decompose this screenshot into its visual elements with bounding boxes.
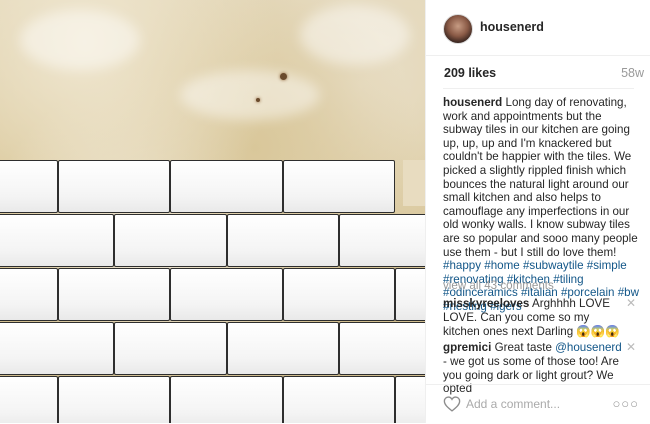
tile bbox=[283, 376, 395, 423]
tile bbox=[227, 214, 339, 267]
plaster-texture bbox=[180, 70, 320, 120]
heart-icon[interactable] bbox=[443, 396, 461, 412]
tile bbox=[283, 160, 395, 213]
tile bbox=[395, 268, 425, 321]
avatar[interactable] bbox=[443, 14, 473, 44]
comment-mention[interactable]: @housenerd bbox=[555, 341, 622, 354]
tile bbox=[339, 322, 425, 375]
tile bbox=[170, 376, 283, 423]
comment-text-start: Great taste bbox=[494, 341, 556, 354]
tile bbox=[58, 376, 170, 423]
tile bbox=[0, 322, 114, 375]
hashtag-link[interactable]: #subwaytile bbox=[523, 259, 584, 272]
comment: misskyreeloves Arghhhh LOVE LOVE. Can yo… bbox=[443, 297, 623, 338]
caption-author[interactable]: housenerd bbox=[443, 96, 502, 109]
view-all-comments-link[interactable]: view all 43 comments bbox=[443, 279, 554, 292]
tile-row bbox=[0, 376, 425, 423]
tile bbox=[339, 214, 425, 267]
likes-count[interactable]: 209 likes bbox=[444, 66, 496, 80]
tile bbox=[58, 268, 170, 321]
tile bbox=[170, 268, 283, 321]
caption-text: Long day of renovating, work and appoint… bbox=[443, 96, 638, 259]
tile-row bbox=[0, 214, 425, 270]
tile-row bbox=[0, 268, 425, 324]
post-sidebar: housenerd 209 likes 58w housenerd Long d… bbox=[425, 0, 650, 423]
tile bbox=[227, 322, 339, 375]
tile bbox=[114, 214, 227, 267]
wall-nail bbox=[280, 73, 287, 80]
tile bbox=[114, 322, 227, 375]
tile bbox=[170, 160, 283, 213]
tile bbox=[395, 376, 425, 423]
hashtag-link[interactable]: #home bbox=[484, 259, 519, 272]
comment-user[interactable]: misskyreeloves bbox=[443, 297, 529, 310]
hashtag-link[interactable]: #happy bbox=[443, 259, 481, 272]
comment-footer: ○○○ bbox=[426, 384, 650, 424]
add-comment-input[interactable] bbox=[466, 394, 616, 414]
tile bbox=[58, 160, 170, 213]
close-icon[interactable]: ✕ bbox=[626, 297, 636, 309]
tile-row bbox=[0, 322, 425, 378]
hashtag-link[interactable]: #tiling bbox=[553, 273, 583, 286]
wall-nail bbox=[256, 98, 260, 102]
post-photo[interactable] bbox=[0, 0, 425, 423]
post-username[interactable]: housenerd bbox=[480, 20, 544, 34]
tile bbox=[0, 376, 58, 423]
divider bbox=[443, 88, 634, 89]
more-options-icon[interactable]: ○○○ bbox=[612, 396, 639, 411]
tile bbox=[0, 160, 58, 213]
plaster-texture bbox=[300, 5, 410, 65]
plaster-texture bbox=[20, 10, 140, 70]
post-header: housenerd bbox=[426, 0, 650, 56]
hashtag-link[interactable]: #simple bbox=[587, 259, 627, 272]
likes-row: 209 likes 58w bbox=[444, 66, 644, 80]
tile-row bbox=[0, 160, 425, 216]
tile bbox=[283, 268, 395, 321]
tile bbox=[0, 268, 58, 321]
comment-user[interactable]: gpremici bbox=[443, 341, 491, 354]
post-age[interactable]: 58w bbox=[621, 66, 644, 80]
close-icon[interactable]: ✕ bbox=[626, 341, 636, 353]
tile bbox=[0, 214, 114, 267]
